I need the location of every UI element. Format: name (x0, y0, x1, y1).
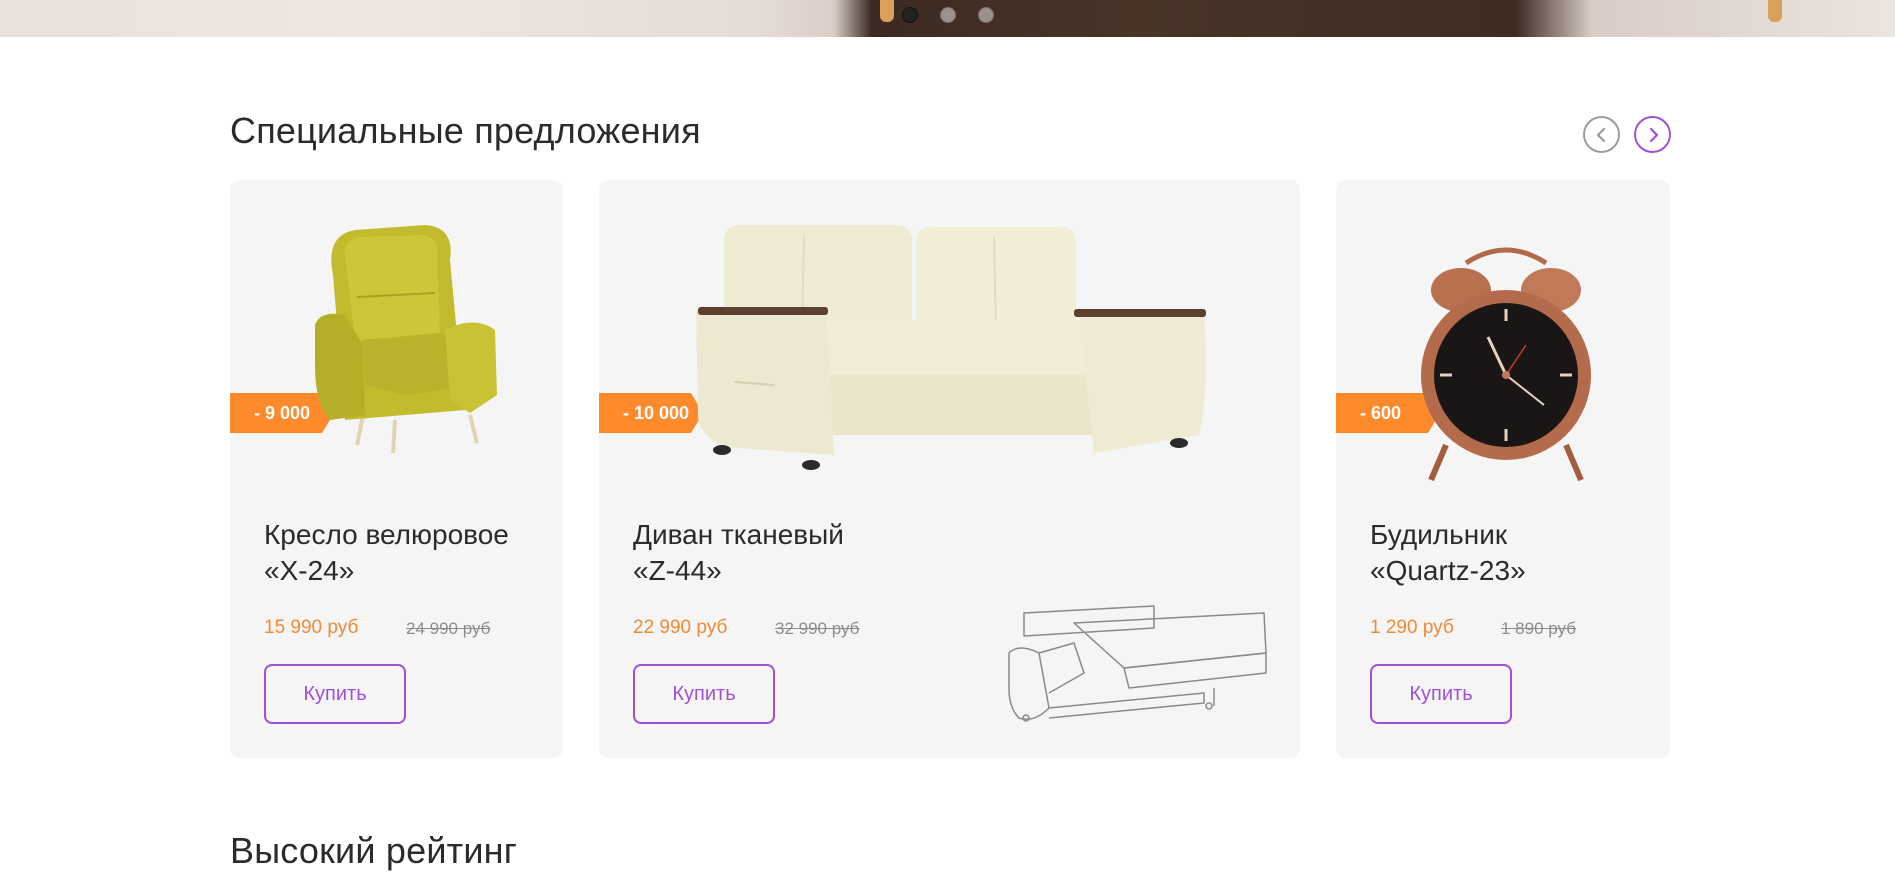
sofa-image (696, 225, 1206, 470)
sofa-leg-image (880, 0, 894, 22)
product-name-line: «Z-44» (633, 555, 722, 586)
discount-badge: - 10 000 (599, 393, 703, 433)
product-price: 1 290 руб (1370, 617, 1454, 638)
slider-dots (902, 7, 994, 23)
product-price: 22 990 руб (633, 617, 728, 638)
section-title-special: Специальные предложения (230, 110, 701, 151)
buy-button[interactable]: Купить (264, 664, 406, 724)
product-name[interactable]: Диван тканевый «Z-44» (633, 517, 844, 589)
product-name-line: Диван тканевый (633, 519, 844, 550)
product-card[interactable]: - 10 000 Диван тканевый «Z-44» 22 990 ру… (599, 180, 1300, 758)
slider-dot[interactable] (902, 7, 918, 23)
product-name[interactable]: Будильник «Quartz-23» (1370, 517, 1526, 589)
discount-badge: - 600 (1336, 393, 1440, 433)
buy-button[interactable]: Купить (1370, 664, 1512, 724)
chevron-left-icon (1596, 127, 1605, 142)
alarm-clock-image (1421, 247, 1591, 482)
armchair-image (315, 225, 497, 454)
product-old-price: 24 990 руб (406, 619, 491, 638)
hero-slider (0, 0, 1895, 37)
product-old-price: 1 890 руб (1501, 619, 1576, 638)
product-name[interactable]: Кресло велюровое «X-24» (264, 517, 509, 589)
section-title-rating: Высокий рейтинг (230, 830, 518, 871)
product-price: 15 990 руб (264, 617, 359, 638)
chevron-right-icon (1649, 127, 1658, 142)
buy-button[interactable]: Купить (633, 664, 775, 724)
carousel-next-button[interactable] (1634, 116, 1671, 153)
product-card[interactable]: - 9 000 Кресло велюровое «X-24» 15 990 р… (230, 180, 563, 758)
product-card[interactable]: - 600 Будильник «Quartz-23» 1 290 руб 1 … (1336, 180, 1670, 758)
product-name-line: «Quartz-23» (1370, 555, 1526, 586)
product-name-line: Кресло велюровое (264, 519, 509, 550)
sofa-leg-image (1768, 0, 1782, 22)
slider-dot[interactable] (940, 7, 956, 23)
slider-dot[interactable] (978, 7, 994, 23)
sofa-bed-line-drawing (1008, 605, 1267, 722)
carousel-prev-button[interactable] (1583, 116, 1620, 153)
product-old-price: 32 990 руб (775, 619, 860, 638)
product-name-line: Будильник (1370, 519, 1508, 550)
product-name-line: «X-24» (264, 555, 355, 586)
